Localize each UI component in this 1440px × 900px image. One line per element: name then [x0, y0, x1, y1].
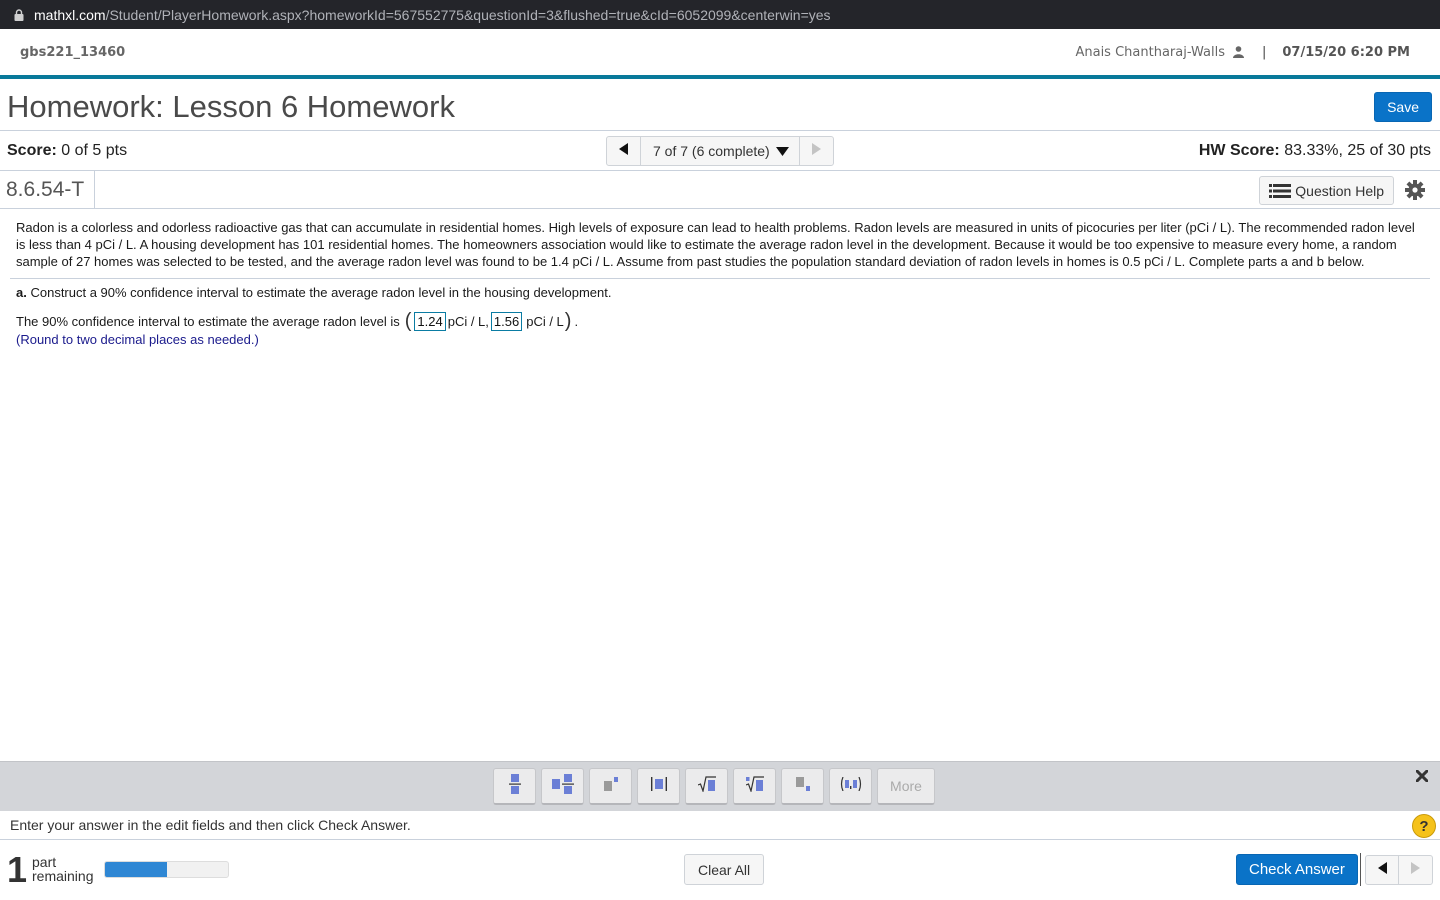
- question-selector-label: 7 of 7 (6 complete): [653, 143, 770, 159]
- problem-statement: Radon is a colorless and odorless radioa…: [16, 220, 1415, 269]
- triangle-down-icon: [775, 146, 789, 156]
- user-area: Anais Chantharaj-Walls | 07/15/20 6:20 P…: [1075, 45, 1420, 60]
- course-header: gbs221_13460 Anais Chantharaj-Walls | 07…: [0, 29, 1440, 79]
- nth-root-tool-button[interactable]: [733, 768, 776, 805]
- score-value: 0 of 5 pts: [61, 141, 128, 159]
- round-note: (Round to two decimal places as needed.): [16, 332, 259, 347]
- lower-bound-input[interactable]: 1.24: [414, 311, 446, 331]
- list-icon: [1269, 183, 1292, 198]
- header-datetime: 07/15/20 6:20 PM: [1282, 44, 1410, 60]
- triangle-right-icon: [811, 142, 821, 160]
- bottom-bar: 1 part remaining Clear All Check Answer: [0, 841, 1440, 900]
- upper-bound-input[interactable]: 1.56: [490, 311, 523, 331]
- instruction-text: Enter your answer in the edit fields and…: [10, 817, 411, 833]
- answer-line: The 90% confidence interval to estimate …: [16, 311, 578, 331]
- previous-question-button[interactable]: [607, 137, 641, 165]
- ordered-pair-icon: [840, 776, 862, 796]
- square-root-icon: [697, 775, 716, 797]
- square-root-tool-button[interactable]: [685, 768, 728, 805]
- more-tools-button[interactable]: More: [877, 768, 935, 805]
- answer-prefix: The 90% confidence interval to estimate …: [16, 313, 400, 329]
- part-a-text: Construct a 90% confidence interval to e…: [30, 285, 612, 300]
- check-answer-button[interactable]: Check Answer: [1236, 854, 1358, 885]
- question-score: Score: 0 of 5 pts: [7, 142, 127, 160]
- bottom-previous-button[interactable]: [1366, 856, 1399, 884]
- absolute-value-tool-button[interactable]: [637, 768, 680, 805]
- part-a-prompt: a. Construct a 90% confidence interval t…: [16, 285, 612, 300]
- bottom-separator: [1360, 853, 1361, 886]
- triangle-left-icon: [619, 142, 628, 160]
- open-paren: (: [404, 310, 412, 332]
- unit-label-1: pCi / L,: [447, 313, 489, 329]
- subscript-tool-button[interactable]: [781, 768, 824, 805]
- help-icon[interactable]: ?: [1412, 814, 1436, 838]
- next-question-button[interactable]: [798, 137, 833, 165]
- progress-fill: [105, 862, 167, 877]
- question-help-button[interactable]: Question Help: [1259, 176, 1394, 205]
- mixed-number-tool-button[interactable]: [541, 768, 584, 805]
- nth-root-icon: [745, 775, 764, 797]
- fraction-icon: [508, 773, 521, 799]
- fraction-tool-button[interactable]: [493, 768, 536, 805]
- question-help-label: Question Help: [1295, 182, 1384, 199]
- parts-label-line1: part: [32, 854, 57, 870]
- question-id: 8.6.54-T: [0, 170, 95, 209]
- browser-url-bar[interactable]: mathxl.com/Student/PlayerHomework.aspx?h…: [0, 0, 1440, 29]
- gear-icon[interactable]: [1404, 179, 1426, 201]
- url-path: /Student/PlayerHomework.aspx?homeworkId=…: [105, 6, 831, 23]
- triangle-left-icon: [1377, 861, 1387, 879]
- hw-score-value: 83.33%, 25 of 30 pts: [1284, 141, 1431, 159]
- close-paren: ): [564, 310, 572, 332]
- page-title: Homework: Lesson 6 Homework: [7, 88, 455, 124]
- clear-all-button[interactable]: Clear All: [684, 854, 765, 885]
- math-palette: More: [0, 761, 1440, 811]
- exponent-tool-button[interactable]: [589, 768, 632, 805]
- parts-remaining-label: part remaining: [32, 855, 93, 883]
- bottom-question-navigator: [1365, 855, 1433, 885]
- title-bar: Homework: Lesson 6 Homework Save: [0, 83, 1440, 131]
- question-id-bar: 8.6.54-T Question Help: [0, 170, 1440, 209]
- content-divider: [10, 278, 1430, 279]
- instruction-bar: Enter your answer in the edit fields and…: [0, 811, 1440, 840]
- absolute-value-icon: [650, 776, 667, 796]
- lock-icon: [12, 8, 26, 22]
- unit-label-2: pCi / L: [526, 313, 564, 329]
- question-navigator: 7 of 7 (6 complete): [606, 136, 834, 166]
- part-a-label: a.: [16, 285, 27, 300]
- hw-score-label: HW Score:: [1198, 141, 1280, 159]
- user-name[interactable]: Anais Chantharaj-Walls: [1075, 45, 1225, 60]
- user-icon: [1232, 46, 1244, 58]
- question-selector-dropdown[interactable]: 7 of 7 (6 complete): [641, 137, 799, 165]
- exponent-icon: [603, 776, 618, 796]
- palette-tools: More: [493, 768, 935, 805]
- subscript-icon: [795, 776, 810, 796]
- parts-label-line2: remaining: [32, 868, 94, 884]
- period: .: [574, 313, 579, 329]
- parts-progress-bar: [104, 861, 229, 878]
- course-id: gbs221_13460: [20, 44, 126, 60]
- header-separator: |: [1261, 44, 1267, 60]
- score-bar: Score: 0 of 5 pts 7 of 7 (6 complete) HW…: [0, 131, 1440, 171]
- parts-remaining-count: 1: [7, 849, 28, 890]
- mixed-number-icon: [551, 773, 574, 799]
- url-domain: mathxl.com: [34, 6, 106, 23]
- close-palette-icon[interactable]: [1414, 768, 1430, 784]
- bottom-next-button[interactable]: [1399, 856, 1432, 884]
- hw-score: HW Score: 83.33%, 25 of 30 pts: [1199, 142, 1431, 160]
- score-label: Score:: [7, 141, 57, 159]
- triangle-right-icon: [1411, 861, 1420, 879]
- save-button[interactable]: Save: [1374, 91, 1432, 122]
- ordered-pair-tool-button[interactable]: [829, 768, 872, 805]
